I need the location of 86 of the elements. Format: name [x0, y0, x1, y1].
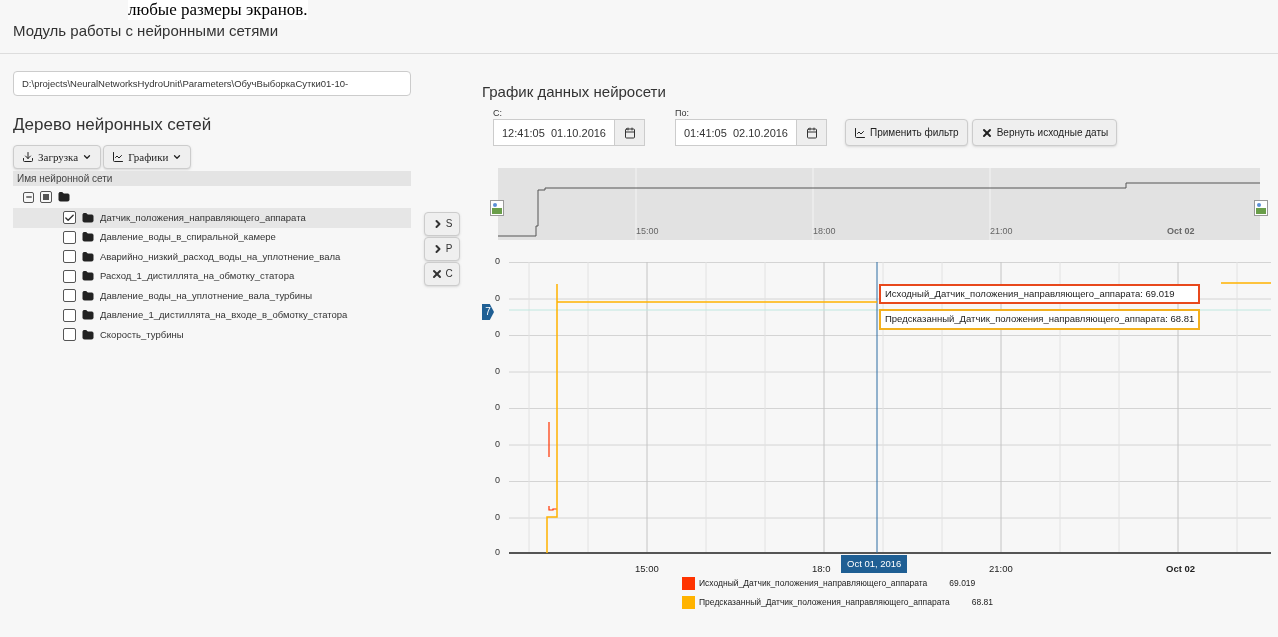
collapse-icon[interactable]	[23, 191, 34, 203]
axis-label: 0	[495, 401, 500, 414]
calendar-button[interactable]	[615, 119, 645, 146]
tree-item-label: Давление_воды_на_уплотнение_вала_турбины	[100, 288, 313, 303]
line-chart-icon	[112, 151, 125, 163]
tree-item[interactable]: Давление_воды_в_спиральной_камере	[13, 227, 411, 247]
broken-image-icon	[490, 200, 504, 216]
broken-image-icon	[1254, 200, 1268, 216]
legend-value: 68.81	[971, 596, 993, 609]
action-button[interactable]: P	[424, 236, 460, 261]
action-button[interactable]: C	[424, 261, 460, 286]
tree-item[interactable]: Датчик_положения_направляющего_аппарата	[13, 208, 411, 228]
axis-label: 18:0	[812, 562, 831, 576]
folder-icon	[82, 211, 94, 224]
path-field[interactable]: D:\projects\NeuralNetworksHydroUnit\Parameters\ОбучВыборкаСутки01-10-	[13, 70, 411, 96]
tree-item-label: Расход_1_дистиллята_на_обмотку_статора	[100, 269, 295, 284]
folder-icon	[58, 191, 70, 203]
field-label: С:	[493, 107, 503, 119]
checkbox[interactable]	[63, 308, 76, 322]
tree-item[interactable]: Скорость_турбины	[13, 325, 411, 345]
tree-item-label: Давление_воды_в_спиральной_камере	[100, 230, 276, 245]
document-text: любые размеры экранов.	[128, 0, 308, 20]
axis-label: Oct 02	[1166, 562, 1196, 576]
close-icon	[431, 267, 444, 280]
calendar-icon	[623, 126, 636, 139]
legend-label: Исходный_Датчик_положения_направляющего_аппарата	[699, 577, 928, 590]
axis-label: 0	[495, 291, 500, 305]
line-chart-icon	[854, 126, 866, 139]
date-field[interactable]: 12:41:05 01.10.2016	[493, 119, 615, 146]
axis-label: 0	[495, 437, 500, 451]
caret-icon	[172, 152, 183, 162]
checkbox[interactable]	[63, 269, 76, 283]
calendar-button[interactable]	[797, 119, 827, 146]
axis-label: 15:00	[635, 562, 659, 576]
value-marker: 7	[482, 304, 494, 320]
crosshair-label: Oct 01, 2016	[841, 555, 908, 574]
tree-item-label: Давление_1_дистиллята_на_входе_в_обмотку_статора	[100, 308, 348, 323]
tree-item[interactable]: Давление_воды_на_уплотнение_вала_турбины	[13, 286, 411, 306]
close-icon	[980, 126, 993, 139]
axis-label: 0	[495, 510, 500, 524]
axis-label: 15:00	[636, 225, 659, 238]
date-field[interactable]: 01:41:05 02.10.2016	[675, 119, 797, 146]
tooltip: Предсказанный_Датчик_положения_направляющего_аппарата: 68.81	[879, 309, 1201, 330]
tree-item-label: Датчик_положения_направляющего_аппарата	[100, 210, 306, 225]
checkbox[interactable]	[63, 289, 76, 303]
column-header: Имя нейронной сети	[13, 171, 411, 186]
tooltip: Исходный_Датчик_положения_направляющего_аппарата: 69.019	[879, 284, 1201, 305]
tree-item-label: Аварийно_низкий_расход_воды_на_уплотнение_вала	[100, 249, 341, 264]
tree-item[interactable]: Аварийно_низкий_расход_воды_на_уплотнение_вала	[13, 247, 411, 267]
tree-item-label: Скорость_турбины	[100, 327, 184, 342]
dropdown-button[interactable]: Графики	[103, 145, 192, 169]
filter-button[interactable]: Применить фильтр	[845, 119, 968, 146]
checkbox[interactable]	[63, 230, 76, 244]
legend-value: 69.019	[949, 577, 976, 590]
tree-item[interactable]: Расход_1_дистиллята_на_обмотку_статора	[13, 266, 411, 286]
folder-icon	[82, 289, 94, 302]
checkbox[interactable]	[63, 328, 76, 342]
checkbox[interactable]	[63, 211, 76, 225]
folder-icon	[82, 270, 94, 283]
dropdown-button[interactable]: Загрузка	[13, 145, 102, 169]
axis-label: 21:00	[990, 225, 1013, 238]
axis-label: 0	[495, 546, 500, 559]
axis-label: 21:00	[989, 562, 1013, 576]
chart-heading: График данных нейросети	[482, 81, 667, 102]
folder-icon	[82, 309, 94, 322]
caret-icon	[82, 152, 93, 162]
field-label: По:	[675, 107, 690, 119]
axis-label: Oct 02	[1167, 225, 1195, 238]
checkbox[interactable]	[63, 250, 76, 264]
filter-button[interactable]: Вернуть исходные даты	[971, 119, 1118, 146]
checkbox[interactable]	[40, 191, 52, 203]
axis-label: 0	[495, 364, 500, 378]
tree-item[interactable]: Давление_1_дистиллята_на_входе_в_обмотку_статора	[13, 305, 411, 325]
folder-icon	[82, 328, 94, 341]
page-title: Модуль работы с нейронными сетями	[0, 20, 1278, 54]
download-icon	[22, 151, 34, 163]
axis-label: 0	[495, 474, 500, 487]
legend-label: Предсказанный_Датчик_положения_направляющего_аппарата	[699, 596, 950, 609]
axis-label: 18:00	[813, 225, 836, 238]
action-button[interactable]: S	[424, 211, 460, 236]
axis-label: 0	[495, 255, 500, 268]
calendar-icon	[805, 126, 818, 139]
folder-icon	[82, 231, 94, 244]
folder-icon	[82, 250, 94, 263]
axis-label: 0	[495, 328, 500, 341]
tree-heading: Дерево нейронных сетей	[13, 113, 213, 136]
